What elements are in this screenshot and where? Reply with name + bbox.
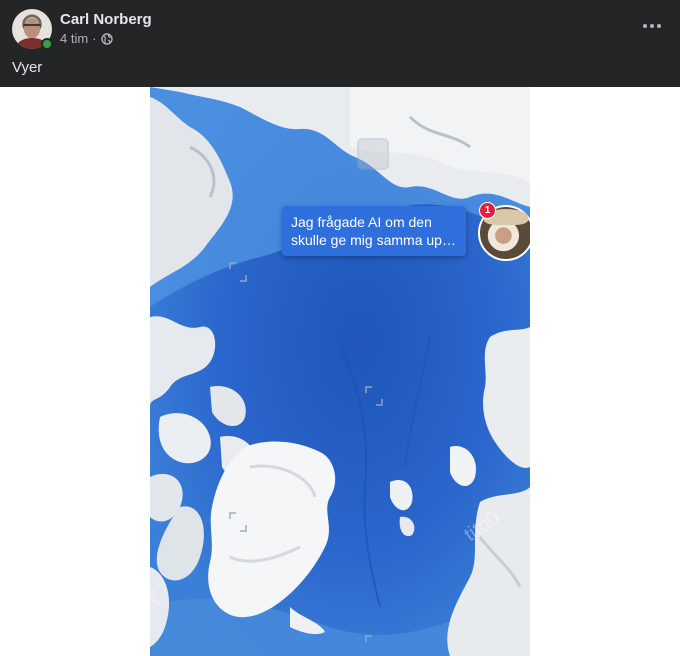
author-avatar[interactable] <box>12 9 53 50</box>
more-options-button[interactable] <box>638 12 666 40</box>
notification-badge: 1 <box>479 202 496 219</box>
online-status-indicator <box>41 38 53 50</box>
chat-preview-bubble[interactable]: Jag frågade AI om den skulle ge mig samm… <box>282 206 466 256</box>
chat-preview-line-1: Jag frågade AI om den <box>291 214 432 230</box>
post-image[interactable]: tito0 k <box>150 87 530 656</box>
post-time[interactable]: 4 tim <box>60 31 88 46</box>
meta-separator: · <box>92 31 97 46</box>
post-meta: 4 tim · <box>60 31 113 46</box>
chat-preview-line-2: skulle ge mig samma up… <box>291 232 456 248</box>
author-name[interactable]: Carl Norberg <box>60 11 152 28</box>
post-text: Vyer <box>12 59 43 76</box>
arctic-map-image: tito0 k <box>150 87 530 656</box>
more-dots-icon <box>643 24 647 28</box>
globe-icon <box>100 32 113 45</box>
post-header: Carl Norberg 4 tim · Vyer <box>0 0 680 87</box>
